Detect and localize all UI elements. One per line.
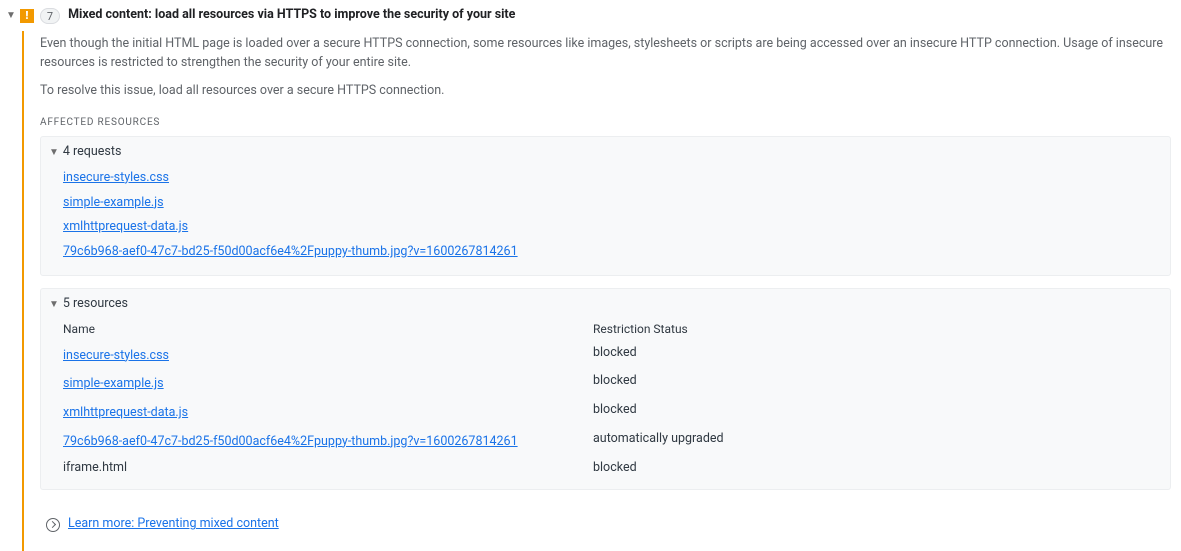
- restriction-status: blocked: [593, 401, 1162, 426]
- issue-description-p2: To resolve this issue, load all resource…: [40, 82, 1170, 101]
- issue-title: Mixed content: load all resources via HT…: [68, 6, 515, 25]
- issue-description-p1: Even though the initial HTML page is loa…: [40, 35, 1170, 73]
- request-link[interactable]: insecure-styles.css: [63, 166, 169, 191]
- resource-name: iframe.html: [63, 460, 127, 475]
- requests-group-heading: 4 requests: [63, 143, 122, 162]
- restriction-status: blocked: [593, 459, 1162, 478]
- expand-icon[interactable]: ▼: [4, 6, 20, 23]
- table-row: simple-example.js blocked: [63, 370, 1162, 399]
- affected-resources-label: AFFECTED RESOURCES: [40, 115, 1171, 130]
- issue-header[interactable]: ▼ ! 7 Mixed content: load all resources …: [0, 0, 1181, 31]
- resources-group-heading: 5 resources: [63, 295, 128, 314]
- resources-group-header[interactable]: ▼ 5 resources: [49, 295, 1162, 314]
- learn-more-row: Learn more: Preventing mixed content: [40, 502, 1171, 537]
- column-header-name: Name: [63, 320, 593, 338]
- resource-link[interactable]: simple-example.js: [63, 372, 164, 397]
- resource-link[interactable]: xmlhttprequest-data.js: [63, 401, 188, 426]
- table-row: insecure-styles.css blocked: [63, 342, 1162, 371]
- chevron-down-icon: ▼: [49, 297, 63, 312]
- resource-link[interactable]: insecure-styles.css: [63, 344, 169, 369]
- request-link[interactable]: 79c6b968-aef0-47c7-bd25-f50d00acf6e4%2Fp…: [63, 240, 518, 265]
- resource-link[interactable]: 79c6b968-aef0-47c7-bd25-f50d00acf6e4%2Fp…: [63, 430, 518, 455]
- table-row: 79c6b968-aef0-47c7-bd25-f50d00acf6e4%2Fp…: [63, 428, 1162, 457]
- restriction-status: automatically upgraded: [593, 430, 1162, 455]
- restriction-status: blocked: [593, 372, 1162, 397]
- issue-body: Even though the initial HTML page is loa…: [22, 31, 1181, 551]
- table-row: iframe.html blocked: [63, 457, 1162, 480]
- requests-group: ▼ 4 requests insecure-styles.csssimple-e…: [40, 136, 1171, 276]
- chevron-down-icon: ▼: [49, 145, 63, 160]
- request-link[interactable]: simple-example.js: [63, 191, 164, 216]
- requests-list: insecure-styles.csssimple-example.jsxmlh…: [49, 166, 1162, 265]
- warning-icon: !: [20, 9, 34, 23]
- column-header-status: Restriction Status: [593, 320, 1162, 338]
- table-row: xmlhttprequest-data.js blocked: [63, 399, 1162, 428]
- request-link[interactable]: xmlhttprequest-data.js: [63, 215, 188, 240]
- restriction-status: blocked: [593, 344, 1162, 369]
- resources-table-header: Name Restriction Status: [63, 318, 1162, 342]
- resources-table: Name Restriction Status insecure-styles.…: [49, 318, 1162, 480]
- issue-title-row: ! 7 Mixed content: load all resources vi…: [20, 6, 1171, 25]
- issue-description: Even though the initial HTML page is loa…: [40, 35, 1170, 101]
- resources-group: ▼ 5 resources Name Restriction Status in…: [40, 288, 1171, 491]
- requests-group-header[interactable]: ▼ 4 requests: [49, 143, 1162, 162]
- learn-more-link[interactable]: Learn more: Preventing mixed content: [68, 512, 279, 537]
- arrow-right-circle-icon: [46, 518, 60, 532]
- issue-count-badge: 7: [40, 8, 60, 24]
